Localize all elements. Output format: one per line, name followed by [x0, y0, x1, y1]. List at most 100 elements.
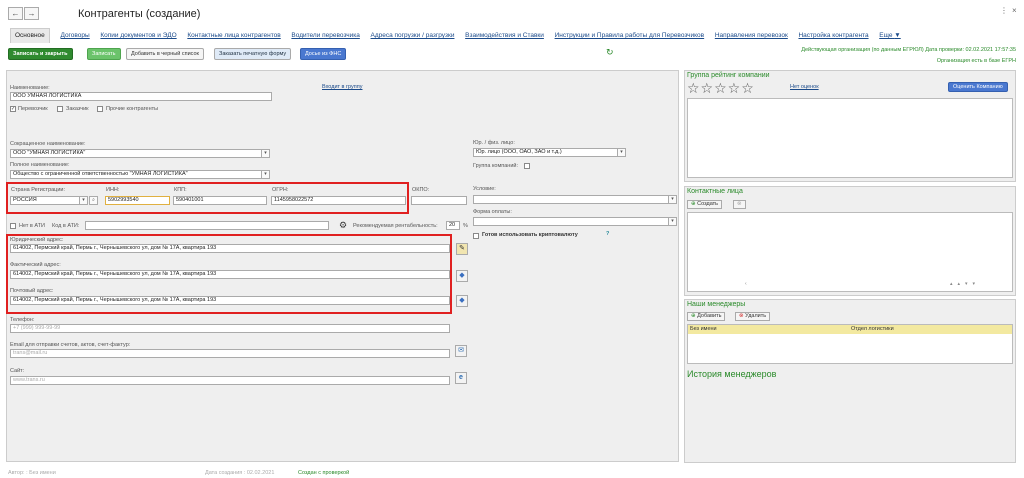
- rate-company-button[interactable]: Оценить Компанию: [948, 82, 1008, 92]
- copy-post-address-icon[interactable]: ◆: [456, 295, 468, 307]
- site-label: Сайт:: [10, 368, 25, 374]
- tab-addresses[interactable]: Адреса погрузки / разгрузки: [371, 29, 455, 43]
- back-button[interactable]: ←: [8, 7, 23, 20]
- tab-contacts[interactable]: Контактные лица контрагентов: [187, 29, 280, 43]
- print-form-button[interactable]: Заказать печатную форму: [214, 48, 292, 60]
- help-icon[interactable]: ?: [606, 231, 609, 237]
- tab-more[interactable]: Еще ▼: [879, 29, 900, 43]
- group-companies-checkbox[interactable]: [524, 163, 530, 169]
- managers-title: Наши менеджеры: [687, 301, 746, 308]
- tab-more-label: Еще: [879, 32, 893, 39]
- full-name-label: Полное наименование:: [10, 162, 70, 168]
- no-ati-checkbox[interactable]: [10, 223, 16, 229]
- caret-down-icon: ▼: [894, 32, 901, 39]
- no-ratings-link[interactable]: Нет оценок: [790, 84, 819, 90]
- rating-comments-area[interactable]: [687, 98, 1013, 178]
- crypto-checkbox[interactable]: [473, 233, 479, 239]
- post-address-label: Почтовый адрес:: [10, 288, 54, 294]
- no-ati-label: Нет в АТИ: [19, 223, 45, 229]
- fact-address-field[interactable]: 614002, Пермский край, Пермь г., Черныше…: [10, 270, 450, 279]
- refresh-icon[interactable]: ↻: [606, 47, 614, 58]
- tab-interactions[interactable]: Взаимодействия и Ставки: [465, 29, 544, 43]
- manager-dept-cell: Отдел логистики: [851, 326, 894, 332]
- email-icon[interactable]: ✉: [455, 345, 467, 357]
- legal-type-field[interactable]: Юр. лицо (ООО, ОАО, ЗАО и т.д.): [473, 148, 618, 157]
- author-label: Автор: : Без имени: [8, 470, 56, 476]
- tab-contracts[interactable]: Договоры: [60, 29, 89, 43]
- full-name-field[interactable]: Общество с ограниченной ответственностью…: [10, 170, 262, 179]
- country-field[interactable]: РОССИЯ: [10, 196, 80, 205]
- tab-instructions[interactable]: Инструкции и Правила работы для Перевозч…: [555, 29, 705, 43]
- page-title: Контрагенты (создание): [78, 8, 201, 20]
- table-row[interactable]: Без имени Отдел логистики: [688, 325, 1012, 334]
- post-address-field[interactable]: 614002, Пермский край, Пермь г., Черныше…: [10, 296, 450, 305]
- tab-bar: Основное Договоры Копии документов и ЭДО…: [10, 28, 910, 43]
- ati-code-field[interactable]: [85, 221, 329, 230]
- add-manager-button[interactable]: ⊕ Добавить: [687, 312, 726, 321]
- close-icon[interactable]: ×: [1012, 6, 1017, 15]
- legal-address-field[interactable]: 614002, Пермский край, Пермь г., Черныше…: [10, 244, 450, 253]
- map-icon[interactable]: ✎: [456, 243, 468, 255]
- scroll-left-icon[interactable]: ‹: [745, 281, 747, 287]
- fns-dossier-button[interactable]: Досье из ФНС: [300, 48, 347, 60]
- created-status-label: Создан с проверкой: [298, 470, 350, 476]
- group-link[interactable]: Входит в группу: [322, 84, 362, 90]
- email-field[interactable]: trans@mail.ru: [10, 349, 450, 358]
- profit-field[interactable]: 20: [446, 221, 460, 230]
- fact-address-label: Фактический адрес:: [10, 262, 61, 268]
- payment-field[interactable]: [473, 217, 669, 226]
- country-dropdown[interactable]: ▾: [79, 196, 88, 205]
- legal-type-dropdown[interactable]: ▾: [617, 148, 626, 157]
- save-close-button[interactable]: Записать и закрыть: [8, 48, 73, 60]
- payment-dropdown[interactable]: ▾: [668, 217, 677, 226]
- email-label: Email для отправки счетов, актов, счет-ф…: [10, 342, 131, 348]
- history-title: История менеджеров: [687, 369, 777, 379]
- gear-icon[interactable]: ⚙: [339, 220, 347, 231]
- browser-icon[interactable]: e: [455, 372, 467, 384]
- full-name-dropdown[interactable]: ▾: [261, 170, 270, 179]
- tab-main[interactable]: Основное: [10, 28, 50, 43]
- okpo-label: ОКПО:: [412, 187, 430, 193]
- tab-drivers[interactable]: Водители перевозчика: [291, 29, 359, 43]
- delete-contact-button[interactable]: ⊗: [733, 200, 746, 209]
- tab-directions[interactable]: Направления перевозок: [715, 29, 788, 43]
- short-name-field[interactable]: ООО "УМНАЯ ЛОГИСТИКА": [10, 149, 262, 158]
- site-field[interactable]: www.trans.ru: [10, 376, 450, 385]
- condition-field[interactable]: [473, 195, 669, 204]
- plus-icon: ⊕: [691, 313, 696, 319]
- other-checkbox[interactable]: [97, 106, 103, 112]
- carrier-checkbox[interactable]: ✓: [10, 106, 16, 112]
- star-rating-icon[interactable]: ☆☆☆☆☆: [687, 80, 755, 97]
- tab-documents[interactable]: Копии документов и ЭДО: [100, 29, 176, 43]
- forward-button[interactable]: →: [24, 7, 39, 20]
- save-button[interactable]: Записать: [87, 48, 121, 60]
- egrn-status: Организация есть в базе ЕГРН: [936, 58, 1016, 64]
- carrier-label: Перевозчик: [18, 106, 48, 112]
- short-name-dropdown[interactable]: ▾: [261, 149, 270, 158]
- create-contact-button[interactable]: ⊕ Создать: [687, 200, 723, 209]
- kpp-field[interactable]: 590401001: [173, 196, 267, 205]
- created-date-label: Дата создания : 02.02.2021: [205, 470, 275, 476]
- ogrn-label: ОГРН:: [272, 187, 289, 193]
- contacts-table[interactable]: [687, 212, 1013, 292]
- blacklist-button[interactable]: Добавить в черный список: [126, 48, 204, 60]
- copy-address-icon[interactable]: ◆: [456, 270, 468, 282]
- table-nav-icons[interactable]: ▴▴▾▾: [950, 281, 980, 287]
- okpo-field[interactable]: [411, 196, 467, 205]
- inn-field[interactable]: 5902993540: [105, 196, 170, 205]
- managers-table[interactable]: Без имени Отдел логистики: [687, 324, 1013, 364]
- ogrn-field[interactable]: 1145958022572: [271, 196, 406, 205]
- rating-title: Группа рейтинг компании: [687, 72, 770, 79]
- phone-field[interactable]: +7 (999) 999-99-99: [10, 324, 450, 333]
- customer-checkbox[interactable]: [57, 106, 63, 112]
- tab-settings[interactable]: Настройка контрагента: [798, 29, 868, 43]
- condition-dropdown[interactable]: ▾: [668, 195, 677, 204]
- name-field[interactable]: ООО УМНАЯ ЛОГИСТИКА: [10, 92, 272, 101]
- more-menu-icon[interactable]: ⋮: [1000, 6, 1008, 15]
- country-search-icon[interactable]: ⌕: [89, 196, 98, 205]
- plus-icon: ⊕: [691, 201, 696, 207]
- remove-manager-button[interactable]: ⊗ Удалить: [735, 312, 771, 321]
- ati-code-label: Код в АТИ:: [52, 223, 80, 229]
- phone-label: Телефон:: [10, 317, 35, 323]
- profit-label: Рекомендуемая рентабельность:: [353, 223, 438, 229]
